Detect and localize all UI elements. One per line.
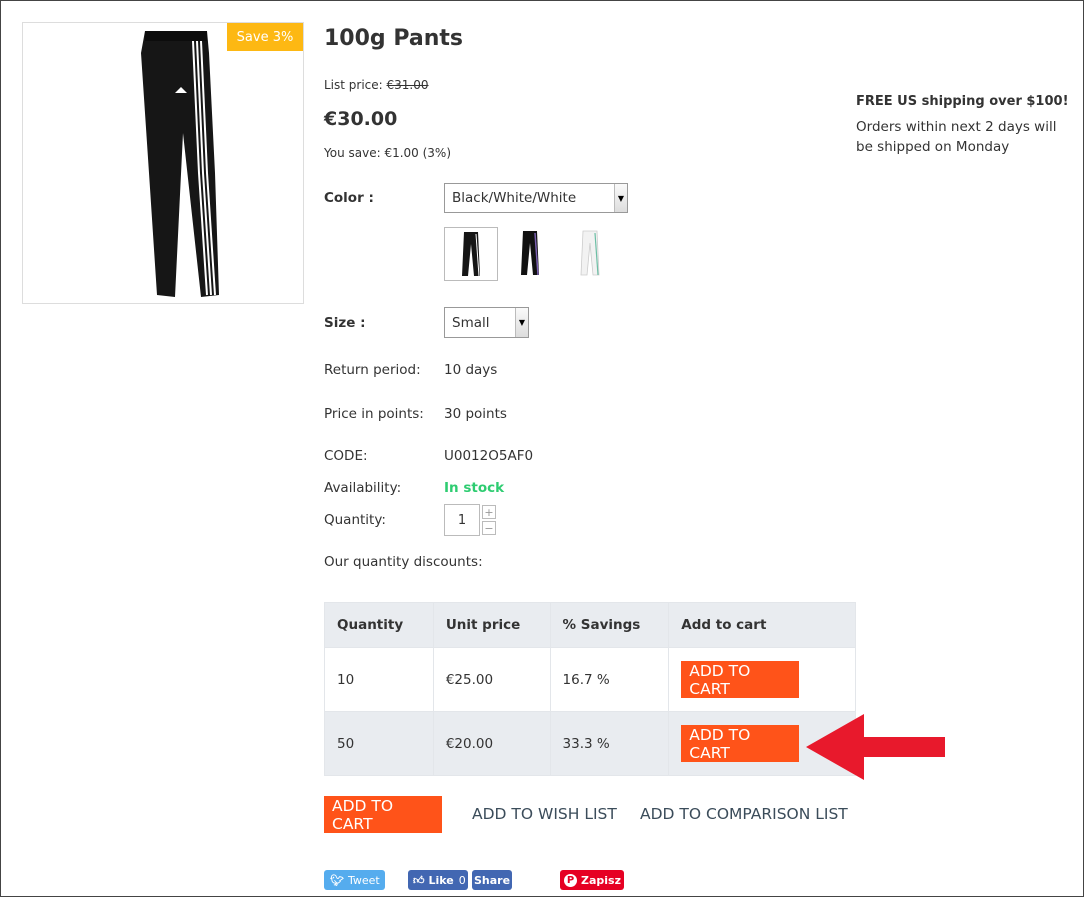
chevron-down-icon: ▼ xyxy=(515,308,528,337)
table-row: 50 €20.00 33.3 % ADD TO CART xyxy=(324,711,856,776)
shipping-title: FREE US shipping over $100! xyxy=(856,94,1069,109)
return-period-label: Return period: xyxy=(324,362,421,378)
table-header-row: Quantity Unit price % Savings Add to car… xyxy=(324,602,856,648)
tweet-label: Tweet xyxy=(347,873,380,887)
like-label: Like xyxy=(428,873,454,887)
size-select[interactable]: Small ▼ xyxy=(444,307,529,338)
availability-label: Availability: xyxy=(324,480,402,496)
tweet-button[interactable]: 🐦︎ Tweet xyxy=(324,870,385,890)
add-to-cart-50-button[interactable]: ADD TO CART xyxy=(681,725,800,762)
shipping-text: Orders within next 2 days will be shippe… xyxy=(856,119,1057,155)
color-swatch-black-white[interactable] xyxy=(444,227,498,281)
color-swatch-white[interactable] xyxy=(564,227,618,281)
size-label: Size : xyxy=(324,315,366,331)
color-select-value: Black/White/White xyxy=(452,190,577,206)
color-swatch-black-purple[interactable] xyxy=(504,227,558,281)
color-label: Color : xyxy=(324,190,374,206)
price-in-points-label: Price in points: xyxy=(324,406,424,422)
pinterest-save-button[interactable]: P Zapisz xyxy=(560,870,624,890)
color-select[interactable]: Black/White/White ▼ xyxy=(444,183,628,213)
pinterest-icon: P xyxy=(564,873,577,887)
list-price-value: €31.00 xyxy=(386,78,429,92)
pants-image xyxy=(141,31,219,297)
add-to-cart-10-button[interactable]: ADD TO CART xyxy=(681,661,800,698)
chevron-down-icon: ▼ xyxy=(614,184,627,212)
quantity-label: Quantity: xyxy=(324,512,386,528)
table-row: 10 €25.00 16.7 % ADD TO CART xyxy=(324,647,856,712)
add-to-cart-button[interactable]: ADD TO CART xyxy=(324,796,442,833)
return-period-value: 10 days xyxy=(444,362,498,378)
annotation-arrow-icon xyxy=(806,714,945,780)
quantity-decrease-button[interactable]: − xyxy=(482,521,496,535)
table-cell-quantity: 10 xyxy=(324,647,434,712)
table-cell-quantity: 50 xyxy=(324,711,434,776)
quantity-increase-button[interactable]: + xyxy=(482,505,496,519)
product-title: 100g Pants xyxy=(324,26,463,51)
table-cell-savings: 33.3 % xyxy=(549,711,670,776)
list-price-label: List price: xyxy=(324,78,383,92)
table-cell-price: €25.00 xyxy=(432,647,551,712)
code-value: U0012O5AF0 xyxy=(444,448,534,464)
product-image[interactable] xyxy=(22,22,304,304)
share-label: Share xyxy=(473,873,511,887)
quantity-discounts-label: Our quantity discounts: xyxy=(324,554,483,570)
list-price: List price: €31.00 xyxy=(324,78,429,92)
code-label: CODE: xyxy=(324,448,368,464)
pin-label: Zapisz xyxy=(581,873,621,887)
save-badge: Save 3% xyxy=(227,23,303,51)
table-cell-savings: 16.7 % xyxy=(549,647,670,712)
quantity-discount-table: Quantity Unit price % Savings Add to car… xyxy=(324,602,856,776)
table-header: Unit price xyxy=(432,602,551,648)
quantity-input[interactable]: 1 xyxy=(444,504,480,536)
thumbs-up-icon: 👍︎ xyxy=(413,873,425,887)
pants-white-icon xyxy=(580,230,600,276)
table-header: Quantity xyxy=(324,602,434,648)
price-in-points-value: 30 points xyxy=(444,406,507,422)
pants-navy-icon xyxy=(521,231,539,276)
add-to-comparison-list-button[interactable]: ADD TO COMPARISON LIST xyxy=(640,805,848,823)
price: €30.00 xyxy=(324,108,398,130)
size-select-value: Small xyxy=(452,314,490,331)
pants-black-icon xyxy=(462,232,480,277)
table-cell-action: ADD TO CART xyxy=(668,647,856,712)
add-to-wish-list-button[interactable]: ADD TO WISH LIST xyxy=(472,805,617,823)
you-save: You save: €1.00 (3%) xyxy=(324,146,452,160)
facebook-like-button[interactable]: 👍︎ Like 0 xyxy=(408,870,468,890)
availability-value: In stock xyxy=(444,480,505,496)
facebook-share-button[interactable]: Share xyxy=(472,870,512,890)
table-header: Add to cart xyxy=(668,602,856,648)
like-count: 0 xyxy=(458,873,466,887)
table-header: % Savings xyxy=(549,602,670,648)
table-cell-price: €20.00 xyxy=(432,711,551,776)
twitter-bird-icon: 🐦︎ xyxy=(330,873,344,887)
